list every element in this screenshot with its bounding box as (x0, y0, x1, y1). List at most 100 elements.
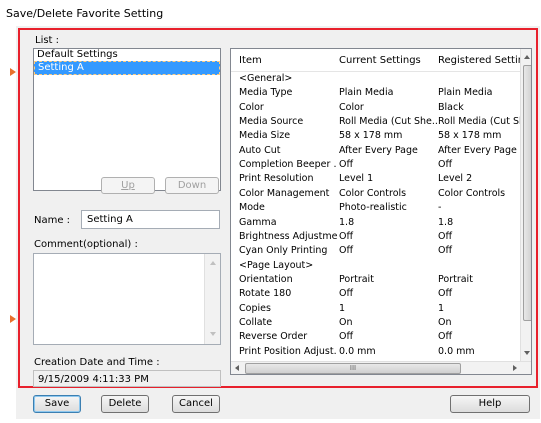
table-row[interactable]: <General> (231, 73, 520, 86)
list-item[interactable]: Setting A (34, 61, 220, 75)
item-cell: Completion Beeper ... (239, 159, 337, 171)
table-row[interactable]: Media Size 58 x 178 mm 58 x 178 mm (231, 130, 520, 143)
table-header: Item Current Settings Registered Setting… (231, 49, 531, 72)
table-row[interactable]: Gamma 1.8 1.8 (231, 217, 520, 230)
item-cell: Auto Cut (239, 144, 281, 156)
table-row[interactable]: Media Source Roll Media (Cut She... Roll M… (231, 116, 520, 129)
table-row[interactable]: Completion Beeper ... Off Off (231, 159, 520, 172)
column-header-item[interactable]: Item (239, 55, 262, 66)
current-setting-cell: 58 x 178 mm (339, 130, 403, 142)
scroll-down-icon[interactable] (210, 332, 216, 336)
current-setting-cell: Color (339, 101, 364, 113)
favorite-list[interactable]: Default Settings Setting A (33, 48, 221, 191)
current-setting-cell: Off (339, 331, 354, 343)
save-button-label: Save (44, 398, 70, 409)
current-setting-cell: Off (339, 245, 354, 257)
current-setting-cell: Portrait (339, 273, 374, 285)
table-row[interactable]: Collate On On (231, 317, 520, 330)
registered-setting-cell: Off (438, 230, 453, 242)
current-setting-cell: Roll Media (Cut She... (339, 116, 437, 128)
comment-field[interactable] (33, 253, 221, 345)
registered-setting-cell: Roll Media (Cut She (438, 116, 520, 128)
item-cell: Color (239, 101, 264, 113)
name-field[interactable]: Setting A (81, 210, 220, 229)
settings-table[interactable]: Item Current Settings Registered Setting… (230, 48, 532, 375)
creation-date-value: 9/15/2009 4:11:33 PM (38, 374, 149, 385)
current-setting-cell: 1.8 (339, 216, 355, 228)
table-row[interactable]: Mode Photo-realistic - (231, 202, 520, 215)
list-item[interactable]: Default Settings (34, 49, 220, 61)
current-setting-cell: Off (339, 288, 354, 300)
list-label: List : (35, 35, 60, 46)
table-row[interactable]: Copies 1 1 (231, 303, 520, 316)
scroll-thumb[interactable] (523, 65, 531, 321)
item-cell: Media Source (239, 116, 304, 128)
creation-date-field: 9/15/2009 4:11:33 PM (33, 370, 221, 387)
table-row[interactable]: Rotate 180 Off Off (231, 288, 520, 301)
table-row[interactable]: Color Color Black (231, 102, 520, 115)
registered-setting-cell: Off (438, 331, 453, 343)
delete-button-label: Delete (108, 398, 142, 409)
registered-setting-cell: 0.0 mm (438, 345, 475, 357)
comment-scrollbar[interactable] (204, 254, 220, 344)
creation-date-label: Creation Date and Time : (34, 357, 160, 368)
table-row[interactable]: Color Management Color Controls Color Cont… (231, 188, 520, 201)
current-setting-cell: Off (339, 159, 354, 171)
save-button[interactable]: Save (33, 395, 81, 413)
delete-button[interactable]: Delete (101, 395, 149, 413)
down-button[interactable]: Down (165, 177, 219, 194)
scroll-thumb-grip: III (349, 364, 357, 372)
registered-setting-cell: Off (438, 245, 453, 257)
scroll-left-icon[interactable] (235, 365, 239, 371)
list-item-label: Default Settings (37, 49, 118, 60)
comment-label: Comment(optional) : (34, 239, 138, 250)
table-vscrollbar[interactable] (520, 49, 531, 361)
table-row[interactable]: Reverse Order Off Off (231, 331, 520, 344)
current-setting-cell: 0.0 mm (339, 345, 376, 357)
help-button[interactable]: Help (450, 395, 530, 413)
name-field-value: Setting A (87, 214, 133, 225)
cancel-button[interactable]: Cancel (172, 395, 220, 413)
table-row[interactable]: Media Type Plain Media Plain Media (231, 87, 520, 100)
item-cell: Rotate 180 (239, 288, 292, 300)
table-row[interactable]: Brightness Adjustment Off Off (231, 231, 520, 244)
up-button[interactable]: Up (101, 177, 155, 194)
pointer-arrow-icon (10, 68, 16, 76)
registered-setting-cell: 1.8 (438, 216, 454, 228)
column-header-registered[interactable]: Registered Settings (438, 55, 531, 66)
table-row[interactable]: Print Position Adjust... 0.0 mm 0.0 mm (231, 346, 520, 359)
registered-setting-cell: 58 x 178 mm (438, 130, 502, 142)
item-cell: Mode (239, 202, 265, 214)
table-row[interactable]: <Page Layout> (231, 260, 520, 273)
item-cell: Reverse Order (239, 331, 308, 343)
item-cell: Collate (239, 316, 273, 328)
scroll-down-icon[interactable] (524, 351, 530, 355)
table-row[interactable]: Print Resolution Level 1 Level 2 (231, 173, 520, 186)
registered-setting-cell: Off (438, 159, 453, 171)
registered-setting-cell: Color Controls (438, 187, 506, 199)
list-item-label: Setting A (38, 62, 84, 73)
table-row[interactable]: Cyan Only Printing Off Off (231, 245, 520, 258)
table-hscrollbar[interactable]: III (231, 361, 531, 374)
current-setting-cell: Color Controls (339, 187, 407, 199)
column-header-current[interactable]: Current Settings (339, 55, 421, 66)
current-setting-cell: On (339, 316, 353, 328)
item-cell: Brightness Adjustment (239, 230, 337, 242)
registered-setting-cell: 1 (438, 302, 445, 314)
item-cell: <Page Layout> (239, 259, 314, 271)
scroll-thumb[interactable]: III (245, 363, 461, 374)
scroll-up-icon[interactable] (524, 55, 530, 59)
registered-setting-cell: After Every Page (438, 144, 517, 156)
registered-setting-cell: Level 2 (438, 173, 473, 185)
table-row[interactable]: Orientation Portrait Portrait (231, 274, 520, 287)
item-cell: Cyan Only Printing (239, 245, 328, 257)
scroll-up-icon[interactable] (210, 261, 216, 265)
up-button-label: Up (121, 180, 135, 191)
item-cell: <General> (239, 73, 293, 84)
item-cell: Print Resolution (239, 173, 314, 185)
cancel-button-label: Cancel (179, 398, 213, 409)
table-row[interactable]: Auto Cut After Every Page After Every Page (231, 145, 520, 158)
item-cell: Media Size (239, 130, 291, 142)
down-button-label: Down (177, 180, 207, 191)
scroll-right-icon[interactable] (513, 365, 517, 371)
